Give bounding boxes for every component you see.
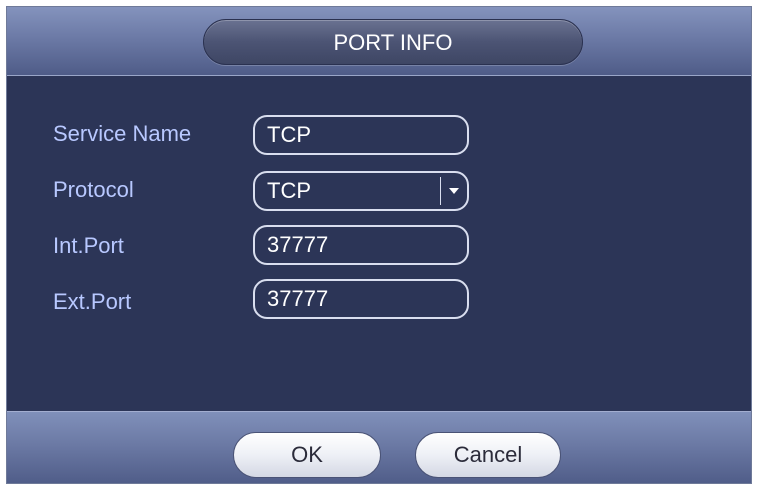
protocol-selected-value: TCP xyxy=(267,178,311,203)
ext-port-input[interactable] xyxy=(253,279,469,319)
dialog-title: PORT INFO xyxy=(203,19,583,65)
select-divider xyxy=(440,177,441,205)
service-name-label: Service Name xyxy=(53,121,192,146)
ok-button[interactable]: OK xyxy=(233,432,381,478)
title-bar: PORT INFO xyxy=(7,7,751,76)
ext-port-label: Ext.Port xyxy=(53,289,132,314)
service-name-input[interactable] xyxy=(253,115,469,155)
protocol-label: Protocol xyxy=(53,177,134,202)
chevron-down-icon[interactable] xyxy=(449,188,459,194)
cancel-button[interactable]: Cancel xyxy=(415,432,561,478)
int-port-label: Int.Port xyxy=(53,233,124,258)
protocol-select[interactable]: TCP xyxy=(253,171,469,211)
button-bar: OK Cancel xyxy=(7,411,751,483)
port-info-dialog: PORT INFO Service Name Protocol TCP Int.… xyxy=(6,6,752,484)
int-port-input[interactable] xyxy=(253,225,469,265)
